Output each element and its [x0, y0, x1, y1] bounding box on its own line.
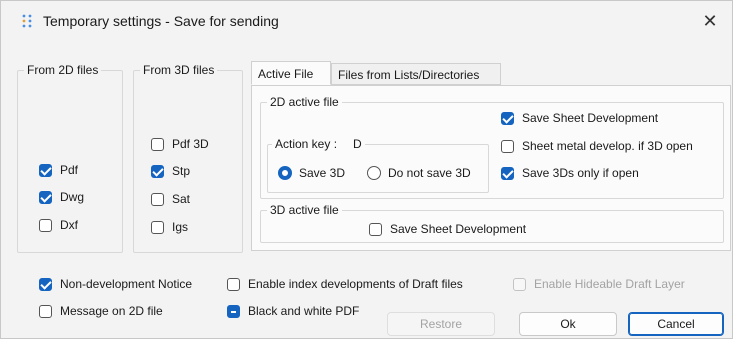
pdf3d-checkbox[interactable]: Pdf 3D	[151, 137, 209, 151]
save-3d-label: Save 3D	[299, 166, 346, 180]
checkbox-box[interactable]	[151, 220, 164, 234]
sat-checkbox[interactable]: Sat	[151, 192, 190, 206]
save-sheet-dev-2d-checkbox[interactable]: Save Sheet Development	[501, 111, 658, 125]
hideable-draft-layer-checkbox: Enable Hideable Draft Layer	[513, 277, 685, 291]
non-development-notice-label: Non-development Notice	[60, 277, 193, 291]
pdf-2d-checkbox[interactable]: Pdf	[39, 163, 78, 177]
checkbox-box[interactable]	[39, 277, 52, 291]
sheet-metal-develop-label: Sheet metal develop. if 3D open	[522, 139, 693, 153]
save-3d-radio[interactable]: Save 3D	[278, 166, 345, 180]
action-key-value: D	[353, 137, 362, 151]
action-key-group: Action key : D	[267, 137, 489, 193]
checkbox-box[interactable]	[501, 111, 514, 125]
settings-dots-icon	[22, 14, 32, 28]
dxf-label: Dxf	[60, 218, 78, 232]
cancel-button[interactable]: Cancel	[628, 312, 724, 336]
dwg-label: Dwg	[60, 190, 85, 204]
radio-dot[interactable]	[278, 166, 292, 180]
checkbox-box[interactable]	[227, 304, 240, 318]
checkbox-box[interactable]	[39, 163, 52, 177]
do-not-save-3d-label: Do not save 3D	[388, 166, 471, 180]
window-title: Temporary settings - Save for sending	[43, 13, 279, 29]
do-not-save-3d-radio[interactable]: Do not save 3D	[367, 166, 471, 180]
save-sheet-dev-3d-label: Save Sheet Development	[390, 222, 527, 236]
save-sheet-dev-2d-label: Save Sheet Development	[522, 111, 659, 125]
restore-button[interactable]: Restore	[387, 312, 495, 336]
save-sheet-dev-3d-checkbox[interactable]: Save Sheet Development	[369, 222, 526, 236]
active-2d-title: 2D active file	[270, 95, 339, 109]
message-on-2d-label: Message on 2D file	[60, 304, 163, 318]
sheet-metal-develop-checkbox[interactable]: Sheet metal develop. if 3D open	[501, 139, 693, 153]
save-3ds-only-label: Save 3Ds only if open	[522, 166, 639, 180]
from-2d-title: From 2D files	[27, 63, 99, 77]
message-on-2d-checkbox[interactable]: Message on 2D file	[39, 304, 163, 318]
checkbox-box[interactable]	[151, 164, 164, 178]
from-3d-title: From 3D files	[143, 63, 215, 77]
checkbox-box[interactable]	[151, 137, 164, 151]
dxf-checkbox[interactable]: Dxf	[39, 218, 78, 232]
tab-active-file[interactable]: Active File	[251, 61, 331, 85]
pdf3d-label: Pdf 3D	[172, 137, 209, 151]
non-development-notice-checkbox[interactable]: Non-development Notice	[39, 277, 192, 291]
black-white-pdf-label: Black and white PDF	[248, 304, 360, 318]
checkbox-box[interactable]	[39, 190, 52, 204]
pdf-2d-label: Pdf	[60, 163, 79, 177]
sat-label: Sat	[172, 192, 191, 206]
checkbox-box[interactable]	[369, 222, 382, 236]
checkbox-box[interactable]	[227, 277, 240, 291]
radio-dot[interactable]	[367, 166, 381, 180]
enable-index-label: Enable index developments of Draft files	[248, 277, 463, 291]
enable-index-checkbox[interactable]: Enable index developments of Draft files	[227, 277, 463, 291]
igs-label: Igs	[172, 220, 189, 234]
title-bar: Temporary settings - Save for sending ✕	[1, 1, 732, 41]
checkbox-box[interactable]	[501, 166, 514, 180]
igs-checkbox[interactable]: Igs	[151, 220, 188, 234]
stp-checkbox[interactable]: Stp	[151, 164, 190, 178]
settings-dialog: Temporary settings - Save for sending ✕ …	[0, 0, 733, 339]
checkbox-box	[513, 277, 526, 291]
save-3ds-only-checkbox[interactable]: Save 3Ds only if open	[501, 166, 639, 180]
tab-files-from-lists[interactable]: Files from Lists/Directories	[331, 63, 501, 85]
active-3d-title: 3D active file	[270, 203, 339, 217]
action-key-label: Action key :	[275, 137, 338, 151]
checkbox-box[interactable]	[501, 139, 514, 153]
dwg-checkbox[interactable]: Dwg	[39, 190, 84, 204]
checkbox-box[interactable]	[39, 218, 52, 232]
hideable-draft-layer-label: Enable Hideable Draft Layer	[534, 277, 685, 291]
black-white-pdf-checkbox[interactable]: Black and white PDF	[227, 304, 359, 318]
checkbox-box[interactable]	[151, 192, 164, 206]
stp-label: Stp	[172, 164, 191, 178]
ok-button[interactable]: Ok	[519, 312, 617, 336]
checkbox-box[interactable]	[39, 304, 52, 318]
close-icon[interactable]: ✕	[696, 7, 724, 35]
